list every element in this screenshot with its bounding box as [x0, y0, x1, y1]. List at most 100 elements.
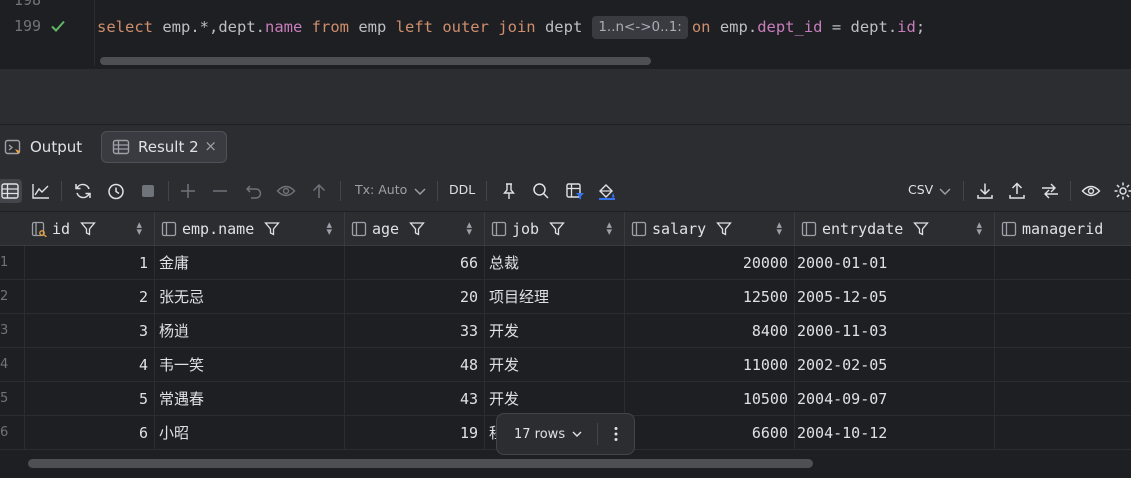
cell-salary[interactable]: 11000	[625, 348, 795, 382]
tab-output[interactable]: Output	[4, 131, 82, 163]
export-format-select[interactable]: CSV	[908, 182, 933, 197]
cell-entrydate[interactable]: 2002-02-05	[795, 348, 995, 382]
sort-icon[interactable]: ▴ ▾	[466, 219, 472, 237]
cell-salary[interactable]: 6600	[625, 416, 795, 450]
filter-icon[interactable]	[264, 221, 281, 237]
cell-emp-name[interactable]: 张无忌	[155, 280, 345, 314]
cell-job[interactable]: 开发	[485, 348, 625, 382]
column-header-age[interactable]: age ▴ ▾	[345, 212, 485, 246]
filter-icon[interactable]	[716, 221, 733, 237]
preview-changes-button[interactable]	[274, 179, 298, 203]
sort-icon[interactable]: ▴ ▾	[976, 219, 982, 237]
export-format-dropdown[interactable]	[933, 179, 957, 203]
cell-age[interactable]: 33	[345, 314, 485, 348]
refresh-button[interactable]	[71, 179, 95, 203]
sort-icon[interactable]: ▴ ▾	[776, 219, 782, 237]
export-button[interactable]	[973, 179, 997, 203]
cell-emp-name[interactable]: 金庸	[155, 246, 345, 280]
filter-columns-button[interactable]	[563, 179, 587, 203]
filter-icon[interactable]	[549, 221, 565, 237]
sql-editor[interactable]: 198 199 select emp.*,dept.name from emp …	[0, 0, 1131, 70]
history-button[interactable]	[104, 179, 128, 203]
search-button[interactable]	[529, 179, 553, 203]
cell-age[interactable]: 19	[345, 416, 485, 450]
cell-emp-name[interactable]: 常遇春	[155, 382, 345, 416]
pin-button[interactable]	[497, 179, 521, 203]
cell-managerid[interactable]	[995, 382, 1131, 416]
add-row-button[interactable]	[176, 179, 200, 203]
chart-view-button[interactable]	[29, 179, 53, 203]
cell-salary[interactable]: 12500	[625, 280, 795, 314]
submit-button[interactable]	[307, 179, 331, 203]
grid-horizontal-scrollbar[interactable]	[28, 459, 813, 468]
chevron-down-icon[interactable]	[571, 428, 583, 440]
cell-managerid[interactable]	[995, 280, 1131, 314]
cell-entrydate[interactable]: 2004-10-12	[795, 416, 995, 450]
sort-icon[interactable]: ▴ ▾	[326, 219, 332, 237]
join-cardinality-hint[interactable]: 1..n<->0..1:	[592, 16, 688, 39]
editor-horizontal-scrollbar[interactable]	[100, 57, 651, 65]
settings-button[interactable]	[1111, 179, 1131, 203]
column-header-emp-name[interactable]: emp.name ▴ ▾	[155, 212, 345, 246]
cell-age[interactable]: 48	[345, 348, 485, 382]
cell-salary[interactable]: 8400	[625, 314, 795, 348]
column-header-entrydate[interactable]: entrydate ▴ ▾	[795, 212, 995, 246]
cell-id[interactable]: 5	[25, 382, 155, 416]
cell-managerid[interactable]	[995, 246, 1131, 280]
import-button[interactable]	[1005, 179, 1029, 203]
cell-id[interactable]: 4	[25, 348, 155, 382]
sort-icon[interactable]: ▴ ▾	[606, 219, 612, 237]
stop-button[interactable]	[136, 179, 160, 203]
table-row[interactable]: 2 2 张无忌 20 项目经理 12500 2005-12-05	[0, 280, 1131, 314]
ddl-button[interactable]: DDL	[449, 182, 475, 197]
cell-entrydate[interactable]: 2005-12-05	[795, 280, 995, 314]
table-row[interactable]: 3 3 杨逍 33 开发 8400 2000-11-03	[0, 314, 1131, 348]
table-view-button[interactable]	[0, 179, 22, 203]
cell-job[interactable]: 总裁	[485, 246, 625, 280]
table-row[interactable]: 1 1 金庸 66 总裁 20000 2000-01-01	[0, 246, 1131, 280]
view-button[interactable]	[1079, 179, 1103, 203]
cell-salary[interactable]: 20000	[625, 246, 795, 280]
cell-job[interactable]: 项目经理	[485, 280, 625, 314]
cell-id[interactable]: 1	[25, 246, 155, 280]
cell-salary[interactable]: 10500	[625, 382, 795, 416]
delete-row-button[interactable]	[208, 179, 232, 203]
cell-age[interactable]: 20	[345, 280, 485, 314]
cell-age[interactable]: 43	[345, 382, 485, 416]
row-count-label[interactable]: 17 rows	[514, 427, 565, 442]
column-header-id[interactable]: id ▴ ▾	[25, 212, 155, 246]
transaction-mode-label[interactable]: Tx: Auto	[355, 182, 407, 197]
cell-age[interactable]: 66	[345, 246, 485, 280]
cell-entrydate[interactable]: 2004-09-07	[795, 382, 995, 416]
more-options-icon[interactable]	[609, 425, 623, 443]
cell-managerid[interactable]	[995, 348, 1131, 382]
filter-icon[interactable]	[80, 221, 96, 237]
filter-icon[interactable]	[409, 221, 425, 237]
column-header-salary[interactable]: salary ▴ ▾	[625, 212, 795, 246]
filter-icon[interactable]	[913, 221, 930, 237]
cell-managerid[interactable]	[995, 314, 1131, 348]
cell-emp-name[interactable]: 小昭	[155, 416, 345, 450]
sql-code-line[interactable]: select emp.*,dept.name from emp left out…	[97, 16, 925, 39]
cell-id[interactable]: 6	[25, 416, 155, 450]
compare-button[interactable]	[1038, 179, 1062, 203]
column-header-managerid[interactable]: managerid	[995, 212, 1131, 246]
cell-entrydate[interactable]: 2000-01-01	[795, 246, 995, 280]
table-row[interactable]: 4 4 韦一笑 48 开发 11000 2002-02-05	[0, 348, 1131, 382]
cell-emp-name[interactable]: 杨逍	[155, 314, 345, 348]
cell-emp-name[interactable]: 韦一笑	[155, 348, 345, 382]
close-icon[interactable]: ×	[204, 137, 217, 155]
revert-button[interactable]	[242, 179, 266, 203]
cell-entrydate[interactable]: 2000-11-03	[795, 314, 995, 348]
transaction-mode-dropdown[interactable]	[408, 179, 432, 203]
cell-job[interactable]: 开发	[485, 314, 625, 348]
cell-job[interactable]: 开发	[485, 382, 625, 416]
table-row[interactable]: 5 5 常遇春 43 开发 10500 2004-09-07	[0, 382, 1131, 416]
highlight-button[interactable]	[595, 179, 619, 203]
sort-icon[interactable]: ▴ ▾	[136, 219, 142, 237]
cell-id[interactable]: 2	[25, 280, 155, 314]
cell-id[interactable]: 3	[25, 314, 155, 348]
cell-managerid[interactable]	[995, 416, 1131, 450]
column-header-job[interactable]: job ▴ ▾	[485, 212, 625, 246]
tab-result-2[interactable]: Result 2 ×	[101, 131, 227, 163]
